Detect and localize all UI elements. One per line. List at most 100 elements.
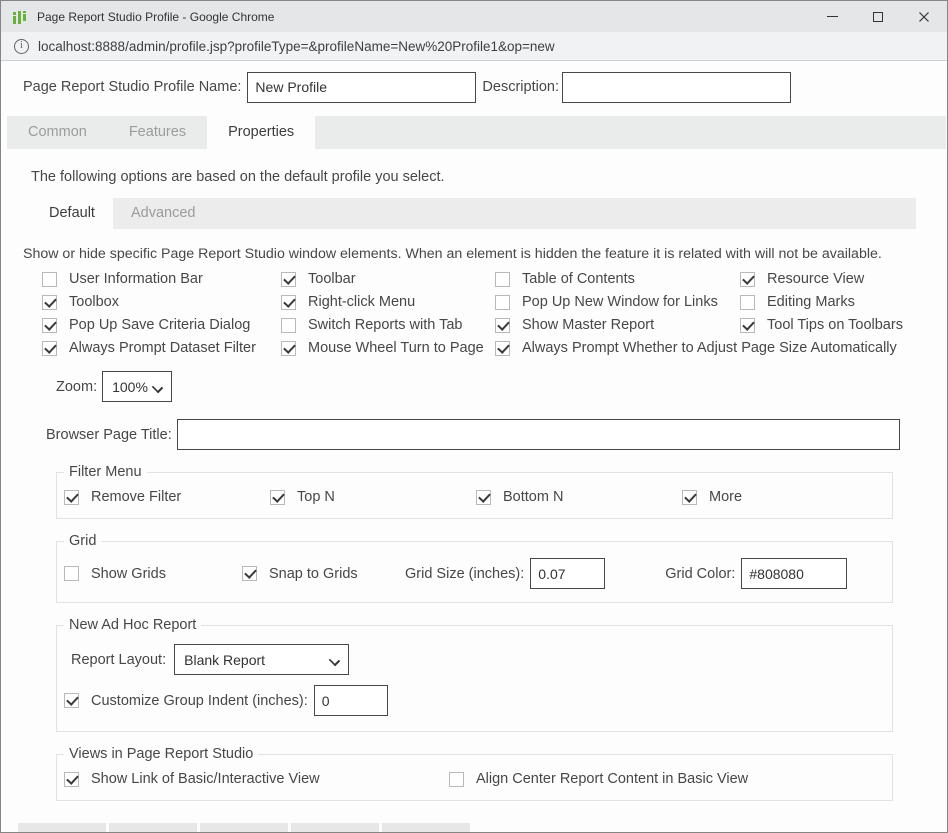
profile-name-label: Page Report Studio Profile Name: [23,79,241,95]
checkbox-table-of-contents[interactable]: Table of Contents [495,271,740,287]
grid-fieldset: Grid Show Grids Snap to Grids Grid Size … [56,533,893,603]
group-indent-input[interactable] [314,685,388,716]
tab-common[interactable]: Common [7,116,108,149]
checkbox-show-grids[interactable]: Show Grids [64,566,242,582]
checkbox-box[interactable] [64,772,79,787]
grid-size-input[interactable] [530,558,605,589]
report-layout-select-value: Blank Report [184,652,265,668]
url-text[interactable]: localhost:8888/admin/profile.jsp?profile… [38,39,555,54]
checkbox-label: Show Master Report [522,317,654,333]
checkbox-box[interactable] [242,566,257,581]
checkbox-label: Always Prompt Whether to Adjust Page Siz… [522,340,897,356]
checkbox-pop-up-new-window-for-links[interactable]: Pop Up New Window for Links [495,294,740,310]
page-content: Page Report Studio Profile Name: Descrip… [1,61,947,832]
checkbox-box[interactable] [64,490,79,505]
report-layout-label: Report Layout: [71,652,166,668]
checkbox-box[interactable] [449,772,464,787]
checkbox-more[interactable]: More [682,489,884,505]
checkbox-bottom-n[interactable]: Bottom N [476,489,682,505]
checkbox-box[interactable] [281,318,296,333]
zoom-select[interactable]: 100% [102,371,172,402]
checkbox-box[interactable] [281,341,296,356]
checkbox-switch-reports-with-tab[interactable]: Switch Reports with Tab [281,317,495,333]
views-fieldset: Views in Page Report Studio Show Link of… [56,746,893,801]
tab-features[interactable]: Features [108,116,207,149]
browser-page-title-input[interactable] [177,419,900,450]
checkbox-box[interactable] [42,318,57,333]
checkbox-customize-group-indent[interactable]: Customize Group Indent (inches): [64,693,308,709]
checkbox-snap-to-grids[interactable]: Snap to Grids [242,566,405,582]
filter-menu-legend: Filter Menu [64,464,147,480]
checkbox-box[interactable] [476,490,491,505]
checkbox-label: Pop Up Save Criteria Dialog [69,317,250,333]
checkbox-label: Always Prompt Dataset Filter [69,340,256,356]
help-button[interactable]: Help [382,823,470,832]
url-bar[interactable]: localhost:8888/admin/profile.jsp?profile… [1,32,947,61]
profile-form-row: Page Report Studio Profile Name: Descrip… [23,71,947,103]
checkbox-user-information-bar[interactable]: User Information Bar [42,271,281,287]
checkbox-box[interactable] [42,272,57,287]
maximize-icon [873,12,883,22]
checkbox-box[interactable] [64,566,79,581]
checkbox-label: Align Center Report Content in Basic Vie… [476,771,748,787]
subtab-default[interactable]: Default [31,198,113,229]
checkbox-box[interactable] [495,318,510,333]
checkbox-resource-view[interactable]: Resource View [740,271,947,287]
close-button[interactable] [901,1,947,32]
checkbox-box[interactable] [682,490,697,505]
checkbox-mouse-wheel-turn-to-page[interactable]: Mouse Wheel Turn to Page [281,340,495,356]
checkbox-top-n[interactable]: Top N [270,489,476,505]
select-all-button[interactable]: Select All [200,823,288,832]
checkbox-always-prompt-adjust-page-size[interactable]: Always Prompt Whether to Adjust Page Siz… [495,340,947,356]
page-info-icon[interactable] [14,39,29,54]
cancel-button[interactable]: Cancel [109,823,197,832]
checkbox-box[interactable] [740,318,755,333]
grid-legend: Grid [64,533,101,549]
checkbox-show-master-report[interactable]: Show Master Report [495,317,740,333]
checkbox-label: Toolbar [308,271,356,287]
checkbox-box[interactable] [42,295,57,310]
checkbox-remove-filter[interactable]: Remove Filter [64,489,270,505]
grid-size-label: Grid Size (inches): [405,566,524,582]
checkbox-box[interactable] [281,272,296,287]
maximize-button[interactable] [855,1,901,32]
report-layout-select[interactable]: Blank Report [174,644,349,675]
checkbox-box[interactable] [281,295,296,310]
checkbox-align-center-report-content[interactable]: Align Center Report Content in Basic Vie… [449,771,884,787]
title-bar[interactable]: Page Report Studio Profile - Google Chro… [1,1,947,32]
checkbox-box[interactable] [270,490,285,505]
checkbox-tool-tips-on-toolbars[interactable]: Tool Tips on Toolbars [740,317,947,333]
checkbox-pop-up-save-criteria-dialog[interactable]: Pop Up Save Criteria Dialog [42,317,281,333]
description-input[interactable] [562,72,791,103]
main-tab-bar: Common Features Properties [7,116,946,149]
subtab-advanced[interactable]: Advanced [113,198,214,229]
browser-page-title-label: Browser Page Title: [46,427,172,443]
close-icon [918,11,930,23]
views-legend: Views in Page Report Studio [64,746,258,762]
checkbox-label: Pop Up New Window for Links [522,294,718,310]
grid-color-input[interactable] [741,558,847,589]
profile-name-input[interactable] [247,72,476,103]
checkbox-box[interactable] [495,341,510,356]
checkbox-label: Right-click Menu [308,294,415,310]
ok-button[interactable]: OK [18,823,106,832]
minimize-button[interactable] [809,1,855,32]
checkbox-box[interactable] [64,693,79,708]
checkbox-toolbar[interactable]: Toolbar [281,271,495,287]
checkbox-box[interactable] [740,295,755,310]
checkbox-label: Snap to Grids [269,566,358,582]
checkbox-right-click-menu[interactable]: Right-click Menu [281,294,495,310]
action-button-row: OK Cancel Select All Select None Help [18,823,947,832]
checkbox-editing-marks[interactable]: Editing Marks [740,294,947,310]
checkbox-box[interactable] [740,272,755,287]
select-none-button[interactable]: Select None [291,823,379,832]
checkbox-toolbox[interactable]: Toolbox [42,294,281,310]
checkbox-always-prompt-dataset-filter[interactable]: Always Prompt Dataset Filter [42,340,281,356]
checkbox-box[interactable] [495,272,510,287]
checkbox-label: Top N [297,489,335,505]
checkbox-show-link-basic-interactive-view[interactable]: Show Link of Basic/Interactive View [64,771,449,787]
browser-page-title-row: Browser Page Title: [46,419,947,450]
checkbox-box[interactable] [42,341,57,356]
checkbox-box[interactable] [495,295,510,310]
tab-properties[interactable]: Properties [207,116,315,149]
